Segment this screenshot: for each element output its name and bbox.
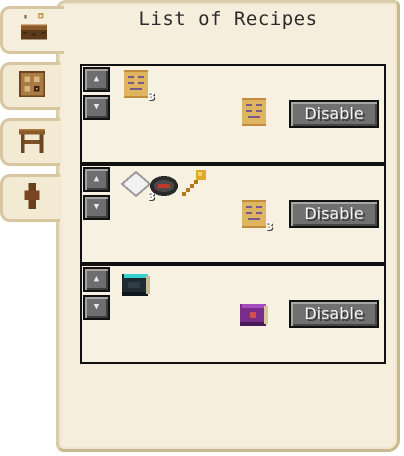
recipe-scroll-icon: 3 [238,198,273,233]
tab-crafting-table[interactable] [0,118,60,166]
move-up-button[interactable]: ▲ [83,167,110,192]
crafting-table-icon [17,125,47,159]
disable-button[interactable]: Disable [289,200,379,228]
golden-spoon-icon [178,168,210,200]
cake-icon [19,13,49,47]
person-icon [17,181,47,215]
recipe-row-3: ▲ ▼ Disable [80,264,386,364]
recipe-row-2: ▲ ▼ 3 3 Disable [80,164,386,264]
tab-recipe-board[interactable] [0,62,60,110]
compass-icon [148,168,180,200]
move-up-button[interactable]: ▲ [83,267,110,292]
recipe-board-icon [17,69,47,103]
move-down-button[interactable]: ▼ [83,295,110,320]
tab-cake[interactable] [0,6,64,54]
item-count: 3 [265,220,273,233]
recipe-scroll-icon [238,96,270,128]
move-down-button[interactable]: ▼ [83,195,110,220]
item-count: 3 [147,90,155,103]
tab-person[interactable] [0,174,60,222]
recipe-scroll-icon: 3 [120,68,155,103]
disable-button[interactable]: Disable [289,100,379,128]
move-up-button[interactable]: ▲ [83,67,110,92]
disable-button[interactable]: Disable [289,300,379,328]
recipe-row-1: ▲ ▼ 3 Disable [80,64,386,164]
dark-book-icon [120,268,152,300]
purple-book-icon [238,298,270,330]
page-title: List of Recipes [138,8,318,30]
move-down-button[interactable]: ▼ [83,95,110,120]
